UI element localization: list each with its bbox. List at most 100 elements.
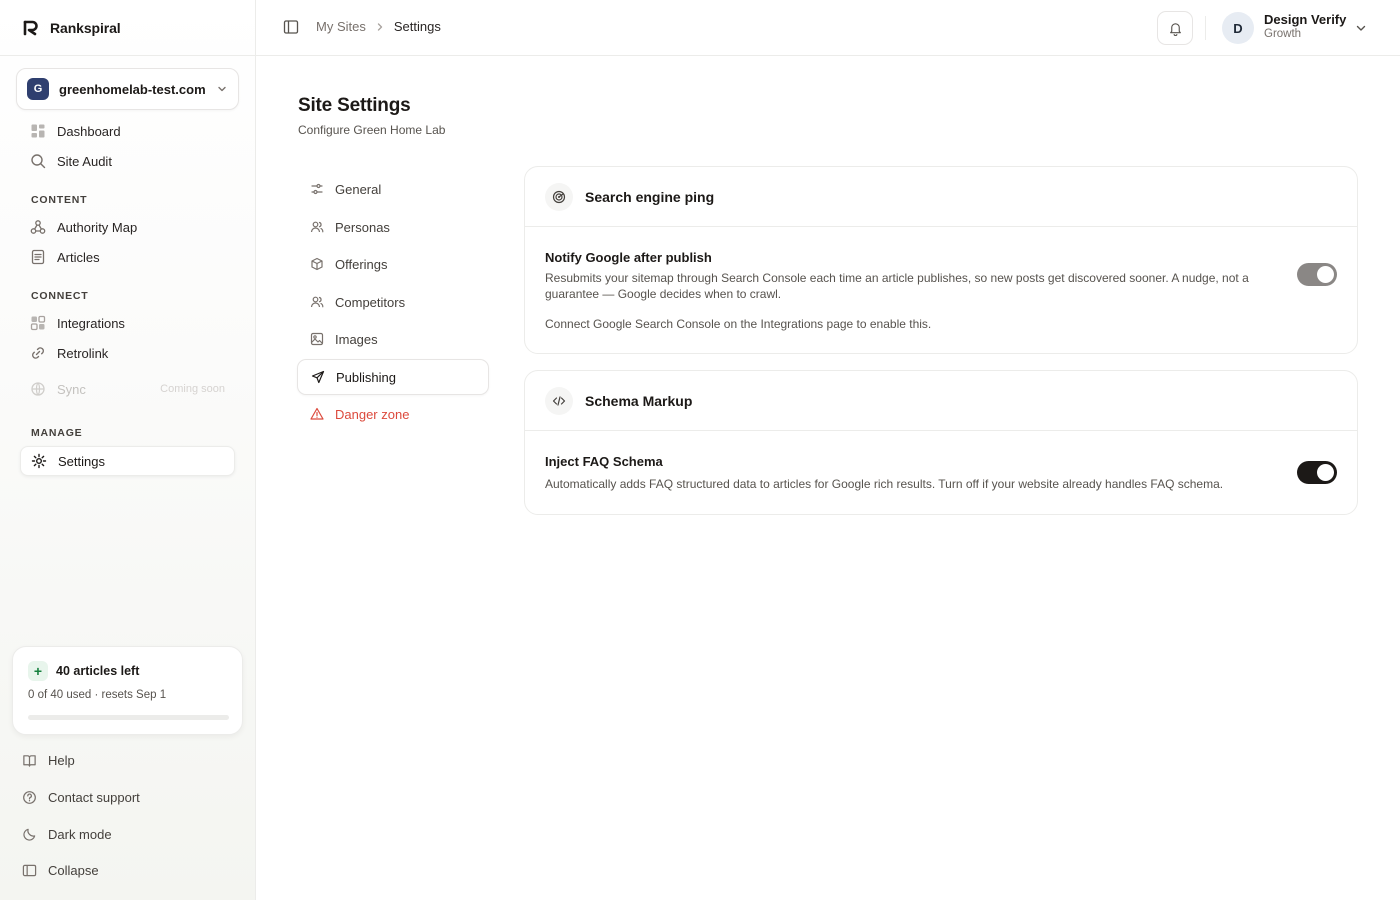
page-subtitle: Configure Green Home Lab <box>298 123 446 137</box>
tab-label: Danger zone <box>335 406 410 422</box>
sidebar-item-site-audit[interactable]: Site Audit <box>20 146 235 176</box>
tab-publishing[interactable]: Publishing <box>297 359 489 395</box>
package-icon <box>311 257 323 271</box>
radar-icon <box>545 182 573 211</box>
sidebar-item-label: Settings <box>58 453 105 469</box>
user-name[interactable]: Design Verify <box>1264 12 1346 27</box>
users-icon <box>310 221 324 233</box>
link-icon <box>32 347 44 359</box>
collapse-label: Collapse <box>48 862 99 878</box>
sidebar-item-label: Integrations <box>57 315 125 331</box>
users-icon <box>310 296 324 308</box>
tab-images[interactable]: Images <box>297 321 489 357</box>
card-title: Schema Markup <box>585 392 693 409</box>
bell-icon <box>1169 22 1181 36</box>
dark-mode-toggle[interactable]: Dark mode <box>22 824 112 844</box>
tab-personas[interactable]: Personas <box>297 209 489 245</box>
chevron-down-icon <box>218 86 226 92</box>
brand[interactable]: Rankspiral <box>22 18 121 38</box>
collapse-sidebar-button[interactable]: Collapse <box>22 860 99 880</box>
sidebar: Rankspiral G greenhomelab-test.com Dashb… <box>0 0 256 900</box>
card-header: Schema Markup <box>525 371 1357 431</box>
page-title: Site Settings <box>298 95 411 116</box>
help-link[interactable]: Help <box>22 750 75 770</box>
usage-title: 40 articles left <box>56 664 140 678</box>
site-name: greenhomelab-test.com <box>59 81 206 97</box>
sidebar-item-sync: Sync Coming soon <box>20 374 235 404</box>
card-title: Search engine ping <box>585 188 715 205</box>
tab-general[interactable]: General <box>297 171 489 207</box>
contact-support-label: Contact support <box>48 789 140 805</box>
network-icon <box>30 220 46 234</box>
usage-progress-bar <box>28 715 229 720</box>
sidebar-item-label: Retrolink <box>57 345 109 361</box>
notify-google-description: Resubmits your sitemap through Search Co… <box>545 271 1249 301</box>
chevron-right-icon <box>377 22 382 31</box>
breadcrumb: My Sites Settings <box>316 19 441 34</box>
chevron-down-icon[interactable] <box>1354 21 1368 35</box>
globe-icon <box>31 382 45 396</box>
sidebar-item-articles[interactable]: Articles <box>20 242 235 272</box>
sidebar-item-retrolink[interactable]: Retrolink <box>20 338 235 368</box>
sidebar-item-label: Site Audit <box>57 153 112 169</box>
tab-label: General <box>335 181 382 197</box>
user-avatar[interactable]: D <box>1222 12 1254 44</box>
top-header: My Sites Settings D Design Verify Growth <box>256 0 1400 56</box>
search-engine-ping-card: Search engine ping Notify Google after p… <box>524 166 1358 354</box>
notify-google-title: Notify Google after publish <box>545 250 712 265</box>
header-divider <box>1205 16 1206 40</box>
sidebar-item-label: Sync <box>57 381 86 397</box>
toggle-knob <box>1317 464 1334 481</box>
breadcrumb-settings: Settings <box>393 19 441 34</box>
tab-offerings[interactable]: Offerings <box>297 246 489 282</box>
document-icon <box>31 249 45 265</box>
sidebar-item-dashboard[interactable]: Dashboard <box>20 116 235 146</box>
sidebar-item-label: Dashboard <box>57 123 121 139</box>
dark-mode-label: Dark mode <box>48 826 112 842</box>
tab-label: Publishing <box>336 369 396 385</box>
tab-label: Personas <box>335 219 390 235</box>
notify-google-toggle[interactable] <box>1297 263 1337 286</box>
breadcrumb-my-sites[interactable]: My Sites <box>316 19 366 34</box>
section-label-content: CONTENT <box>31 194 88 206</box>
usage-card: + 40 articles left 0 of 40 used · resets… <box>12 646 243 735</box>
send-icon <box>311 370 325 384</box>
sidebar-item-label: Articles <box>57 249 100 265</box>
question-circle-icon <box>23 790 36 804</box>
warning-icon <box>310 407 324 420</box>
sidebar-item-integrations[interactable]: Integrations <box>20 308 235 338</box>
tab-label: Images <box>335 331 378 347</box>
notifications-button[interactable] <box>1157 11 1193 45</box>
contact-support-link[interactable]: Contact support <box>22 787 140 807</box>
tab-competitors[interactable]: Competitors <box>297 284 489 320</box>
usage-subtitle: 0 of 40 used · resets Sep 1 <box>28 689 167 701</box>
search-icon <box>31 154 46 169</box>
faq-schema-title: Inject FAQ Schema <box>545 454 663 469</box>
site-avatar: G <box>27 78 49 100</box>
tab-label: Offerings <box>335 256 388 272</box>
tab-label: Competitors <box>335 294 406 310</box>
faq-schema-toggle[interactable] <box>1297 461 1337 484</box>
faq-schema-description: Automatically adds FAQ structured data t… <box>545 477 1224 491</box>
toggle-knob <box>1317 266 1334 283</box>
sliders-icon <box>311 183 323 195</box>
site-switcher[interactable]: G greenhomelab-test.com <box>16 68 239 110</box>
code-icon <box>545 386 573 415</box>
tab-danger-zone[interactable]: Danger zone <box>297 396 489 432</box>
user-plan: Growth <box>1264 28 1302 40</box>
coming-soon-badge: Coming soon <box>160 383 225 395</box>
sidebar-item-label: Authority Map <box>57 219 138 235</box>
notify-google-note: Connect Google Search Console on the Int… <box>545 317 932 331</box>
sidebar-toggle-icon[interactable] <box>283 19 299 35</box>
book-icon <box>23 754 36 767</box>
sidebar-item-settings[interactable]: Settings <box>20 446 235 476</box>
dashboard-icon <box>31 124 45 138</box>
moon-icon <box>23 828 36 841</box>
gear-icon <box>31 453 47 469</box>
app-name: Rankspiral <box>50 20 121 36</box>
plus-icon: + <box>28 661 48 681</box>
section-label-connect: CONNECT <box>31 290 89 302</box>
help-label: Help <box>48 752 75 768</box>
sidebar-item-authority-map[interactable]: Authority Map <box>20 212 235 242</box>
integrations-icon <box>30 315 46 331</box>
